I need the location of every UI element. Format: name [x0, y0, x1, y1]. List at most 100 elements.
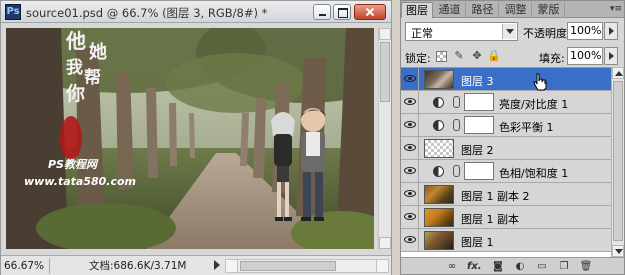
opacity-slider-arrow-icon[interactable]: [604, 22, 618, 40]
visibility-eye-icon[interactable]: [404, 236, 416, 243]
calligraphy-char-1: 他: [65, 29, 86, 53]
panel-tab-bar: 图层 通道 路径 调整 蒙版 ▾≡: [401, 1, 624, 18]
status-divider: [49, 258, 50, 274]
scroll-down-arrow-icon[interactable]: [612, 245, 624, 257]
layer-mask-thumbnail[interactable]: [464, 162, 494, 180]
lock-all-icon[interactable]: 🔒: [487, 49, 501, 63]
tab-paths[interactable]: 路径: [467, 2, 499, 18]
layer-name: 图层 2: [461, 144, 494, 157]
tab-masks[interactable]: 蒙版: [533, 2, 565, 18]
photoshop-app-icon: Ps: [5, 4, 21, 20]
tab-channels[interactable]: 通道: [434, 2, 466, 18]
fill-label: 填充:: [539, 52, 565, 65]
scroll-left-arrow-icon[interactable]: [226, 260, 238, 272]
blend-mode-select[interactable]: 正常: [405, 22, 518, 41]
mask-link-icon[interactable]: [453, 96, 460, 108]
document-title-bar[interactable]: Ps source01.psd @ 66.7% (图层 3, RGB/8#) *: [1, 1, 391, 23]
calligraphy-char-4: 帮: [84, 68, 101, 88]
layer-name: 图层 1: [461, 236, 494, 249]
scroll-up-arrow-icon[interactable]: [612, 67, 624, 79]
lock-image-pixels-icon[interactable]: ✎: [452, 49, 466, 63]
layer-row-color-balance[interactable]: 色彩平衡 1: [401, 114, 611, 137]
link-layers-icon[interactable]: ∞: [445, 260, 459, 273]
vertical-scroll-thumb[interactable]: [380, 42, 390, 102]
visibility-eye-icon[interactable]: [404, 190, 416, 197]
tab-adjustments[interactable]: 调整: [500, 2, 532, 18]
layers-scrollbar[interactable]: [611, 67, 624, 257]
visibility-eye-icon[interactable]: [404, 121, 416, 128]
fill-slider-arrow-icon[interactable]: [604, 47, 618, 65]
document-horizontal-scrollbar[interactable]: [225, 259, 389, 273]
add-mask-icon[interactable]: ◙: [491, 260, 505, 273]
calligraphy-char-3: 我: [66, 58, 83, 78]
blend-mode-value: 正常: [411, 27, 433, 40]
fill-input[interactable]: 100%: [567, 47, 603, 65]
lock-label: 锁定:: [405, 52, 431, 65]
hand-cursor-icon: [533, 73, 547, 91]
layer-row-layer-2[interactable]: 图层 2: [401, 137, 611, 160]
delete-layer-icon[interactable]: 🗑: [579, 260, 593, 273]
layer-thumbnail: [424, 185, 454, 204]
mask-link-icon[interactable]: [453, 165, 460, 177]
layer-mask-thumbnail[interactable]: [464, 116, 494, 134]
tab-layers[interactable]: 图层: [401, 2, 433, 18]
layer-thumbnail: [424, 139, 454, 158]
layers-panel: 图层 通道 路径 调整 蒙版 ▾≡ 正常 不透明度: 100% 锁定: ✎ ✥ …: [400, 0, 625, 275]
calligraphy-char-5: 你: [65, 82, 85, 105]
layer-name: 色相/饱和度 1: [499, 167, 569, 180]
opacity-input[interactable]: 100%: [567, 22, 603, 40]
layer-name: 色彩平衡 1: [499, 121, 554, 134]
layers-list: 图层 3 亮度/对比度 1 色彩平衡 1 图层 2 色相/饱和度 1 图层 1 …: [401, 67, 611, 257]
layer-name: 亮度/对比度 1: [499, 98, 569, 111]
adjustment-layer-icon: [433, 97, 444, 108]
layer-thumbnail: [424, 70, 454, 89]
fx-icon[interactable]: fx.: [467, 260, 482, 273]
layer-mask-thumbnail[interactable]: [464, 93, 494, 111]
visibility-eye-icon[interactable]: [404, 213, 416, 220]
new-layer-icon[interactable]: ❐: [557, 260, 571, 273]
scroll-up-arrow-icon[interactable]: [379, 28, 391, 40]
document-status-bar: 66.67% 文档:686.6K/3.71M: [1, 255, 391, 275]
chevron-down-icon[interactable]: [502, 24, 516, 39]
new-group-icon[interactable]: ▭: [535, 260, 549, 273]
scroll-down-arrow-icon[interactable]: [379, 237, 391, 249]
layer-row-layer-1-copy-2[interactable]: 图层 1 副本 2: [401, 183, 611, 206]
document-canvas[interactable]: 他 她 我 帮 你 PS教程网 www.tata580.com: [6, 28, 374, 249]
lock-position-icon[interactable]: ✥: [470, 49, 484, 63]
visibility-eye-icon[interactable]: [404, 144, 416, 151]
status-menu-arrow-icon[interactable]: [214, 260, 220, 270]
layer-row-layer-1[interactable]: 图层 1: [401, 229, 611, 252]
calligraphy-char-2: 她: [89, 41, 107, 63]
layer-row-layer-3[interactable]: 图层 3: [401, 68, 611, 91]
layer-row-brightness-contrast[interactable]: 亮度/对比度 1: [401, 91, 611, 114]
canvas-artwork: 他 她 我 帮 你 PS教程网 www.tata580.com: [6, 28, 374, 249]
document-vertical-scrollbar[interactable]: [378, 28, 391, 249]
layer-row-layer-1-copy[interactable]: 图层 1 副本: [401, 206, 611, 229]
photoshop-workspace: Ps source01.psd @ 66.7% (图层 3, RGB/8#) *: [0, 0, 625, 275]
visibility-eye-icon[interactable]: [404, 75, 416, 82]
close-button[interactable]: [354, 4, 386, 20]
minimize-button[interactable]: [313, 4, 331, 20]
layer-thumbnail: [424, 208, 454, 227]
horizontal-scroll-thumb[interactable]: [240, 261, 336, 271]
visibility-eye-icon[interactable]: [404, 167, 416, 174]
zoom-level-field[interactable]: 66.67%: [4, 259, 47, 273]
layer-name: 图层 3: [461, 75, 494, 88]
layer-name: 图层 1 副本: [461, 213, 519, 226]
document-window: Ps source01.psd @ 66.7% (图层 3, RGB/8#) *: [0, 0, 392, 275]
maximize-button[interactable]: [333, 4, 351, 20]
mask-link-icon[interactable]: [453, 119, 460, 131]
adjustment-layer-icon: [433, 120, 444, 131]
opacity-label: 不透明度:: [523, 27, 571, 40]
lock-transparent-pixels-icon[interactable]: [436, 51, 447, 62]
panel-menu-icon[interactable]: ▾≡: [609, 3, 623, 15]
layer-thumbnail: [424, 231, 454, 250]
layer-row-hue-saturation[interactable]: 色相/饱和度 1: [401, 160, 611, 183]
document-size-info: 文档:686.6K/3.71M: [89, 260, 187, 272]
visibility-eye-icon[interactable]: [404, 98, 416, 105]
scroll-right-arrow-icon[interactable]: [376, 260, 388, 272]
layers-panel-toolbar: ∞ fx. ◙ ◐ ▭ ❐ 🗑: [401, 257, 624, 274]
layers-scroll-thumb[interactable]: [613, 81, 623, 241]
adjustment-layer-icon[interactable]: ◐: [513, 260, 527, 273]
layer-name: 图层 1 副本 2: [461, 190, 530, 203]
